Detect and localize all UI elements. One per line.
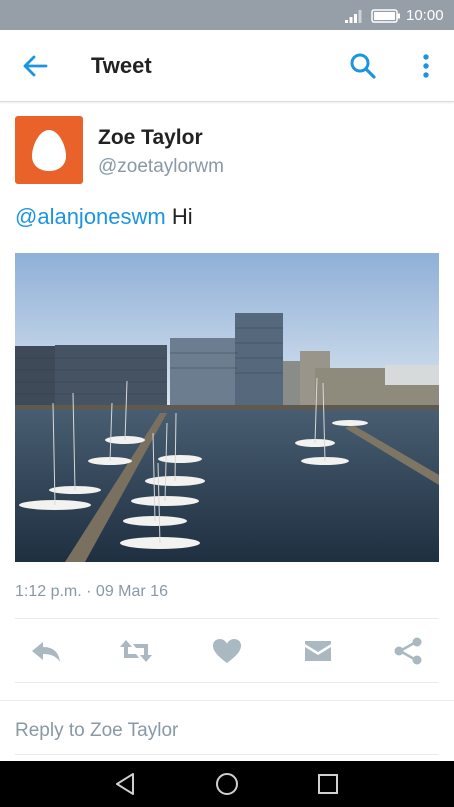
tweet-text: @alanjoneswm Hi [15, 204, 193, 230]
divider [15, 754, 439, 755]
tweet-photo[interactable] [15, 253, 439, 562]
tweet-timestamp: 1:12 p.m. · 09 Mar 16 [15, 583, 168, 600]
divider [0, 700, 454, 701]
nav-recents-icon[interactable] [315, 771, 341, 797]
egg-avatar-icon [32, 130, 66, 171]
signal-icon [345, 10, 362, 23]
status-bar: 10:00 [0, 0, 454, 30]
more-vert-icon[interactable] [416, 51, 436, 81]
nav-home-icon[interactable] [214, 771, 240, 797]
page-title: Tweet [91, 53, 152, 78]
reply-input[interactable]: Reply to Zoe Taylor [15, 720, 178, 742]
tweet-body: Hi [165, 204, 193, 229]
share-icon[interactable] [391, 636, 425, 666]
tweet-actions [0, 624, 454, 676]
avatar[interactable] [15, 116, 83, 184]
envelope-icon[interactable] [301, 636, 335, 666]
heart-icon[interactable] [210, 636, 244, 666]
divider [15, 682, 439, 683]
system-nav-bar [0, 761, 454, 807]
nav-back-icon[interactable] [113, 771, 139, 797]
back-arrow-icon[interactable] [20, 52, 50, 80]
search-icon[interactable] [348, 51, 378, 81]
reply-icon[interactable] [29, 636, 63, 666]
display-name[interactable]: Zoe Taylor [98, 126, 203, 150]
app-bar: Tweet [0, 30, 454, 102]
mention-link[interactable]: @alanjoneswm [15, 204, 166, 229]
battery-icon [371, 9, 400, 23]
divider [15, 618, 439, 619]
status-time: 10:00 [406, 7, 444, 24]
user-handle[interactable]: @zoetaylorwm [98, 156, 224, 178]
harbor-photo-graphic [15, 253, 439, 562]
retweet-icon[interactable] [119, 636, 153, 666]
